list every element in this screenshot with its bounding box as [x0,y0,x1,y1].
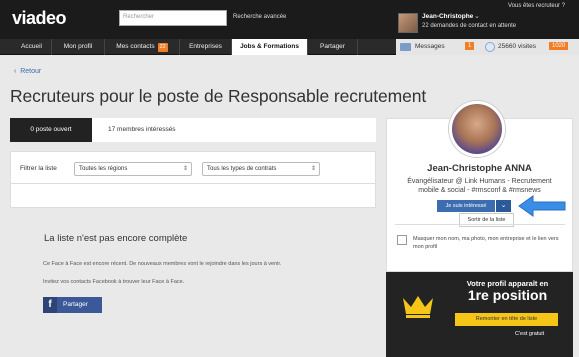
search-input[interactable]: Rechercher [119,10,227,26]
hide-identity-label: Masquer mon nom, ma photo, mon entrepris… [413,236,559,250]
contract-select[interactable]: Tous les types de contrats ⇕ [202,162,320,176]
boost-button[interactable]: Remonter en tête de liste [455,313,558,326]
filter-panel: Filtrer la liste Toutes les régions ⇕ Tou… [10,151,376,208]
select-arrows-icon: ⇕ [182,166,188,172]
top-bar: viadeo Rechercher Recherche avancée Vous… [0,0,579,39]
profile-photo[interactable] [449,101,505,157]
envelope-icon[interactable] [400,43,411,51]
empty-list-title: La liste n'est pas encore complète [44,233,188,244]
interested-button[interactable]: Je suis intéressé [437,200,495,212]
facebook-share-button[interactable]: f Partager [43,297,102,313]
recruiter-link[interactable]: Vous êtes recruteur ? [508,3,565,9]
avatar[interactable] [398,13,418,33]
user-menu[interactable]: Jean-Christophe 22 demandes de contact e… [392,11,527,35]
messages-link[interactable]: Messages [415,43,445,50]
tab-open-positions[interactable]: 0 poste ouvert [10,118,92,142]
divider [395,224,565,225]
eye-icon[interactable] [485,42,495,52]
region-select[interactable]: Toutes les régions ⇕ [74,162,192,176]
viadeo-logo[interactable]: viadeo [12,8,67,29]
nav-entreprises[interactable]: Entreprises [180,39,232,55]
pending-requests[interactable]: 22 demandes de contact en attente [422,23,516,29]
user-name[interactable]: Jean-Christophe [422,13,473,20]
empty-list-text: Ce Face à Face est encore récent. De nou… [43,261,282,267]
contacts-badge: 22 [157,43,168,52]
nav-contacts[interactable]: Mes contacts 22 [105,39,180,55]
facebook-icon: f [43,297,57,313]
select-arrows-icon: ⇕ [310,166,316,172]
crown-icon [403,296,433,318]
profile-name[interactable]: Jean-Christophe ANNA [386,163,573,174]
promo-position: 1re position [467,287,548,303]
back-link[interactable]: ‹ Retour [14,68,41,75]
nav-accueil[interactable]: Accueil [12,39,52,55]
invite-text: Invitez vos contacts Facebook à trouver … [43,279,185,285]
messages-badge[interactable]: 1 [465,42,475,50]
nav-profil[interactable]: Mon profil [52,39,105,55]
visits-link[interactable]: 25660 visites [498,43,536,50]
page-title: Recruteurs pour le poste de Responsable … [10,86,427,106]
free-label: C'est gratuit [515,331,545,337]
visits-badge[interactable]: 1020 [549,42,569,50]
hide-identity-checkbox[interactable] [397,235,407,245]
advanced-search-link[interactable]: Recherche avancée [233,14,286,20]
notifications-bar: Messages 1 25660 visites 1020 [396,39,579,55]
chevron-down-icon[interactable]: ⌄ [474,12,480,20]
filter-label: Filtrer la liste [20,165,57,172]
nav-partager[interactable]: Partager [308,39,358,55]
arrow-left-icon [518,195,566,217]
filter-row: Filtrer la liste Toutes les régions ⇕ Tou… [11,152,375,184]
tabs: 0 poste ouvert 17 membres intéressés [10,118,376,142]
chevron-left-icon: ‹ [14,68,17,75]
share-label: Partager [63,301,88,308]
chevron-down-icon[interactable]: ⌄ [496,200,511,212]
nav-jobs[interactable]: Jobs & Formations [232,39,308,55]
tab-interested-members[interactable]: 17 membres intéressés [108,118,176,142]
